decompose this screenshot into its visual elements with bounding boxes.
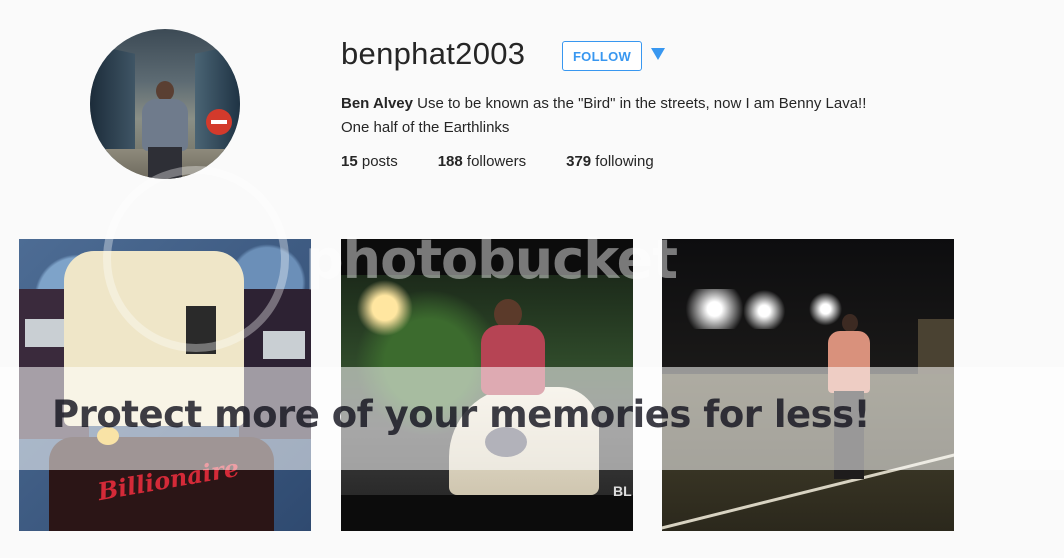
- following-count: 379: [566, 153, 592, 170]
- profile-bio: Ben Alvey Use to be known as the "Bird" …: [341, 92, 981, 140]
- followers-label: followers: [462, 153, 527, 170]
- profile-avatar: [90, 29, 240, 179]
- posts-label: posts: [357, 153, 398, 170]
- photo3-floodlights: [662, 289, 954, 329]
- post-thumbnail-clothing[interactable]: Billionaire: [19, 239, 311, 531]
- photo1-white-shirt: [64, 251, 244, 426]
- profile-full-name: Ben Alvey: [341, 95, 413, 112]
- photo3-pitch: [662, 374, 954, 531]
- profile-username: benphat2003: [341, 36, 526, 71]
- avatar-bg-right: [195, 44, 240, 164]
- photo1-tag-left: [25, 319, 67, 347]
- photo1-red-shirt: Billionaire: [49, 437, 274, 531]
- stat-followers[interactable]: 188 followers: [438, 153, 526, 170]
- post-thumbnail-car[interactable]: BL: [341, 239, 633, 531]
- duck-icon: [97, 427, 119, 445]
- no-entry-sign: [206, 109, 232, 135]
- photo3-building: [918, 319, 954, 379]
- avatar-bg-left: [90, 44, 135, 164]
- photo1-pants-right: [239, 289, 311, 439]
- following-label: following: [591, 153, 654, 170]
- photo1-shirt-text: Billionaire: [95, 452, 242, 507]
- chevron-down-icon[interactable]: [651, 48, 665, 60]
- stat-posts: 15 posts: [341, 153, 398, 170]
- avatar-person-body: [142, 99, 188, 151]
- followers-count: 188: [437, 153, 463, 170]
- photo3-person-body: [828, 331, 870, 393]
- photo2-man-body: [481, 325, 545, 395]
- avatar-person-head: [156, 81, 174, 101]
- photo3-person-head: [842, 314, 858, 332]
- avatar-person-legs: [148, 147, 182, 179]
- photo2-plate-text: BL: [613, 483, 632, 499]
- photo3-person-legs: [834, 391, 864, 479]
- follow-button[interactable]: FOLLOW: [562, 41, 642, 71]
- posts-count: 15: [341, 153, 358, 170]
- photo1-shirt-logo: [186, 306, 216, 354]
- profile-stats: 15 posts 188 followers 379 following: [341, 153, 694, 170]
- post-thumbnail-field[interactable]: [662, 239, 954, 531]
- photo1-tag-right: [263, 331, 305, 359]
- stat-following[interactable]: 379 following: [566, 153, 654, 170]
- bio-text-line1: Use to be known as the "Bird" in the str…: [412, 95, 867, 112]
- bio-text-line2: One half of the Earthlinks: [341, 119, 510, 136]
